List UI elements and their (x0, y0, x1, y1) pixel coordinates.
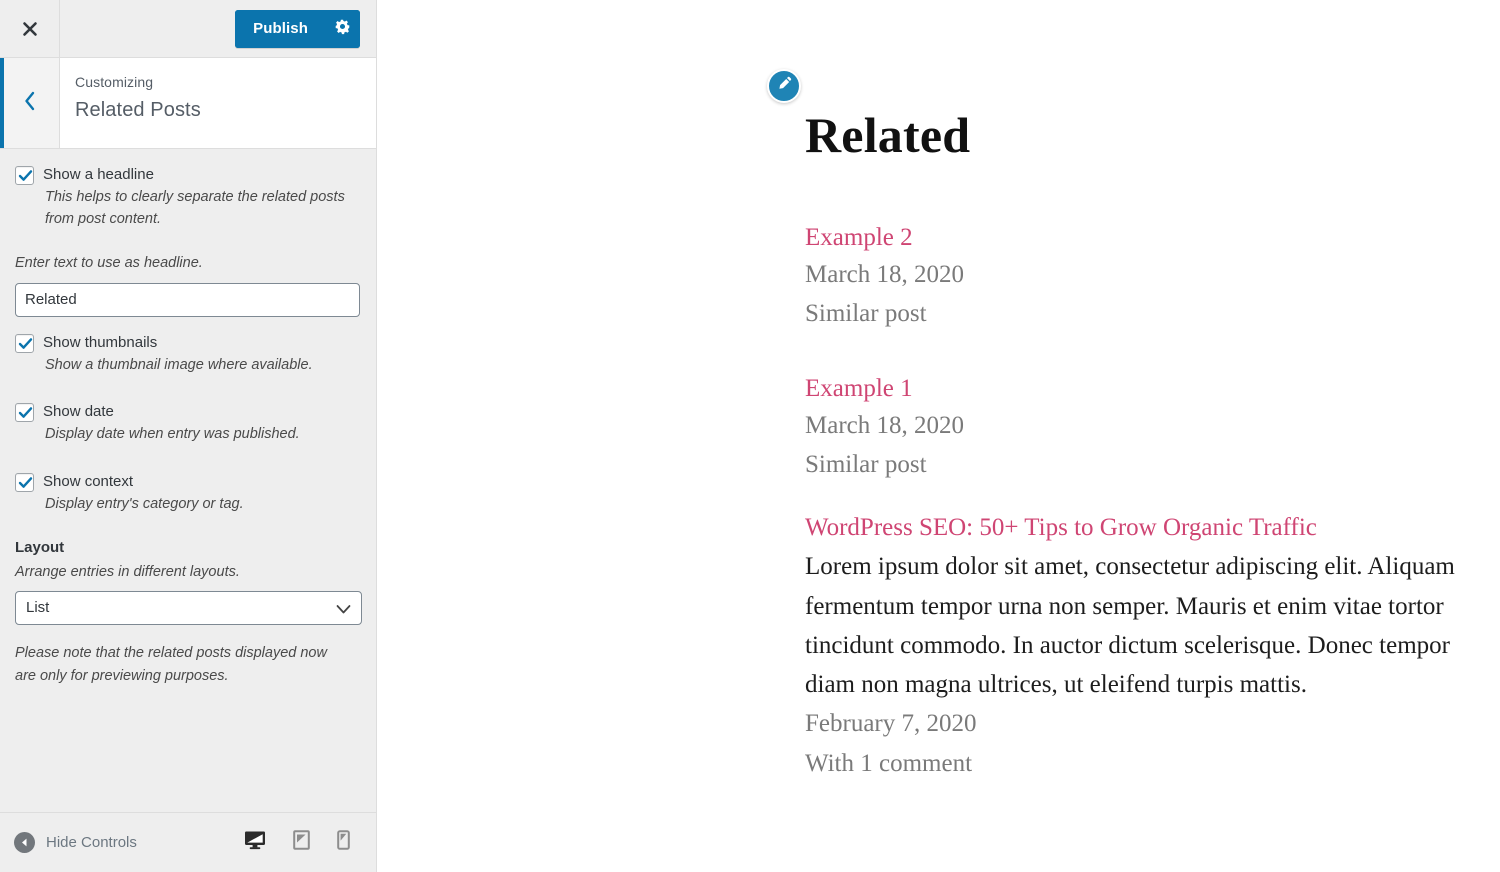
show-thumbnails-description: Show a thumbnail image where available. (45, 356, 313, 373)
post-title-link[interactable]: Example 2 (805, 221, 1500, 255)
page-title: Related Posts (75, 99, 201, 121)
desktop-icon (244, 830, 266, 855)
close-icon (20, 19, 40, 39)
layout-select[interactable]: List (15, 590, 362, 625)
post-context: With 1 comment (805, 749, 973, 777)
sidebar-footer: Hide Controls (0, 812, 376, 872)
layout-select-value: List (26, 599, 50, 617)
headline-input[interactable] (15, 282, 360, 317)
show-date-label[interactable]: Show date (43, 402, 114, 421)
publish-button[interactable]: Publish (235, 9, 324, 48)
post-date: February 7, 2020 (805, 710, 977, 738)
layout-group-title: Layout (15, 539, 65, 557)
related-post-item: Example 2 March 18, 2020 Similar post (805, 221, 1500, 333)
post-date: March 18, 2020 (805, 412, 964, 439)
layout-field-label: Arrange entries in different layouts. (15, 564, 240, 581)
customizer-sidebar: Publish Customizing Related Posts Show a… (0, 0, 377, 872)
device-tablet-button[interactable] (293, 830, 310, 855)
hide-controls-label: Hide Controls (46, 834, 137, 851)
pencil-icon (776, 75, 793, 97)
publish-group: Publish (235, 9, 360, 48)
device-desktop-button[interactable] (244, 830, 266, 855)
device-switcher (244, 830, 364, 855)
section-eyebrow: Customizing (75, 74, 154, 90)
checkbox-row[interactable]: Show context (15, 472, 361, 492)
customizer-screen: Publish Customizing Related Posts Show a… (0, 0, 1500, 872)
related-post-item: Example 1 March 18, 2020 Similar post (805, 372, 1500, 484)
show-context-label[interactable]: Show context (43, 472, 133, 491)
control-show-context: Show context Display entry's category or… (15, 472, 361, 515)
post-title-link[interactable]: Example 1 (805, 372, 1500, 406)
related-posts-list: Example 2 March 18, 2020 Similar post Ex… (805, 221, 1500, 783)
device-mobile-button[interactable] (337, 830, 350, 855)
mobile-icon (337, 830, 350, 855)
collapse-arrow-icon (14, 832, 35, 853)
control-show-headline: Show a headline This helps to clearly se… (15, 165, 361, 231)
chevron-left-icon (22, 90, 38, 117)
post-title-link[interactable]: WordPress SEO: 50+ Tips to Grow Organic … (805, 511, 1500, 545)
control-headline-text: Enter text to use as headline. (15, 253, 361, 317)
checkbox-row[interactable]: Show thumbnails (15, 333, 361, 353)
control-show-thumbnails: Show thumbnails Show a thumbnail image w… (15, 333, 361, 376)
headline-field-label: Enter text to use as headline. (15, 254, 203, 271)
related-post-item: WordPress SEO: 50+ Tips to Grow Organic … (805, 511, 1500, 783)
sidebar-section-header: Customizing Related Posts (0, 57, 376, 149)
show-thumbnails-label[interactable]: Show thumbnails (43, 333, 157, 352)
show-headline-description: This helps to clearly separate the relat… (45, 189, 345, 228)
preview-note: Please note that the related posts displ… (15, 644, 327, 685)
section-title-block: Customizing Related Posts (60, 58, 376, 148)
publish-settings-button[interactable] (324, 9, 360, 48)
post-date: March 18, 2020 (805, 260, 964, 288)
control-show-date: Show date Display date when entry was pu… (15, 402, 361, 445)
related-posts-block: Related Example 2 March 18, 2020 Similar… (377, 0, 1500, 783)
close-customizer-button[interactable] (0, 0, 60, 57)
post-context: Similar post (805, 451, 927, 479)
gear-icon (334, 18, 351, 40)
checkbox-row[interactable]: Show a headline (15, 165, 361, 185)
site-preview: Related Example 2 March 18, 2020 Similar… (377, 0, 1500, 872)
hide-controls-button[interactable]: Hide Controls (14, 832, 137, 853)
show-headline-checkbox[interactable] (15, 166, 34, 185)
post-context: Similar post (805, 300, 927, 327)
sidebar-topbar: Publish (0, 0, 376, 57)
related-heading: Related (805, 107, 971, 163)
show-thumbnails-checkbox[interactable] (15, 333, 34, 353)
back-button[interactable] (0, 58, 60, 148)
show-context-checkbox[interactable] (15, 472, 34, 492)
tablet-icon (293, 830, 310, 855)
edit-shortcut-button[interactable] (767, 69, 801, 103)
show-date-checkbox[interactable] (15, 403, 34, 423)
checkbox-row[interactable]: Show date (15, 402, 361, 423)
layout-select-wrap: List (15, 590, 362, 625)
publish-area: Publish (60, 9, 376, 48)
show-date-description: Display date when entry was published. (45, 426, 300, 443)
controls-list: Show a headline This helps to clearly se… (0, 149, 376, 849)
show-context-description: Display entry's category or tag. (45, 495, 244, 512)
post-excerpt: Lorem ipsum dolor sit amet, consectetur … (805, 553, 1455, 698)
control-layout: Layout Arrange entries in different layo… (15, 539, 362, 625)
show-headline-label[interactable]: Show a headline (43, 165, 154, 184)
